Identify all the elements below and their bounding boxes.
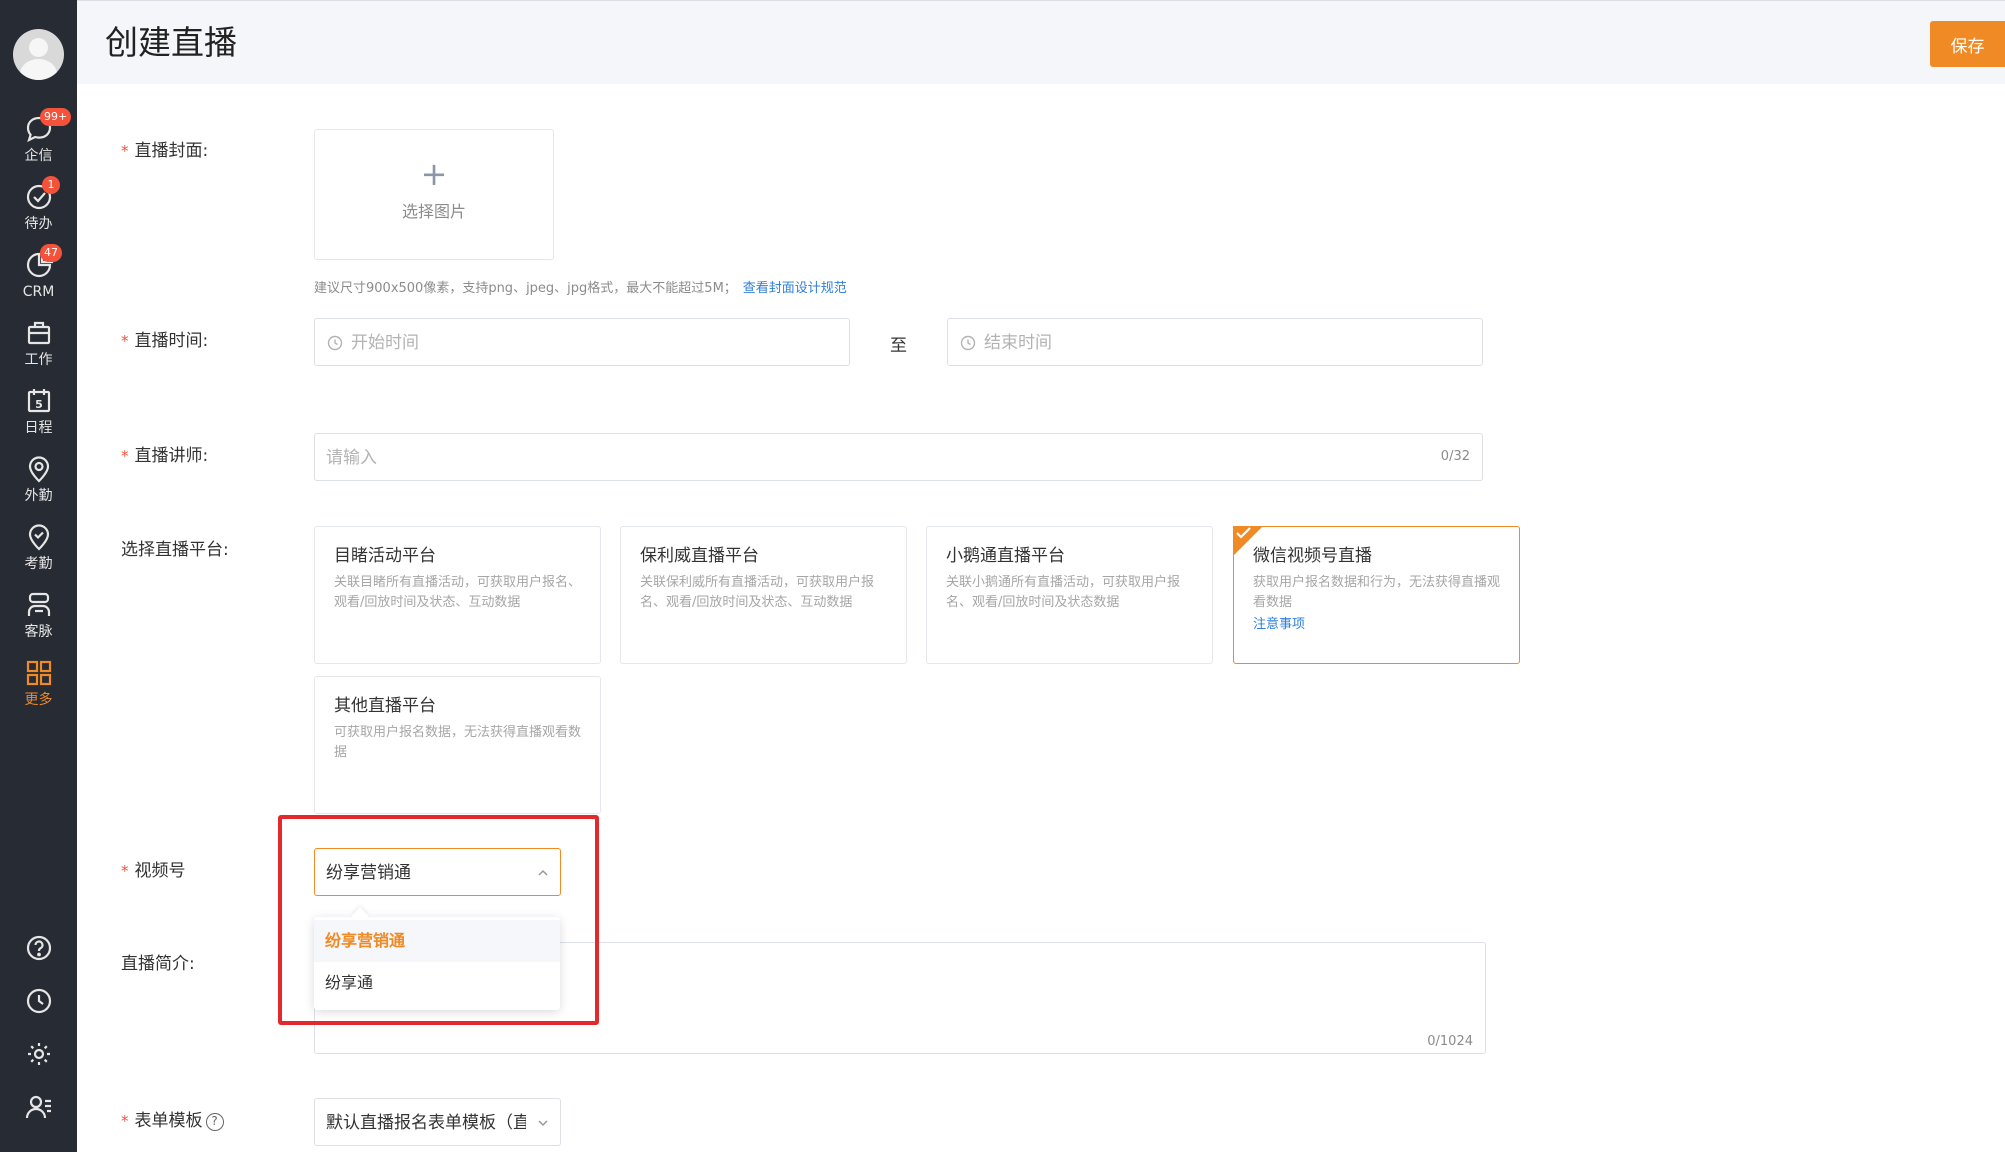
form-template-select[interactable]: 默认直播报名表单模板（直 [314, 1098, 561, 1146]
clock-icon [960, 335, 976, 351]
sidebar-item-more[interactable]: 更多 [0, 652, 77, 718]
sidebar-item-label: 待办 [24, 216, 53, 232]
platform-desc: 关联小鹅通所有直播活动，可获取用户报名、观看/回放时间及状态数据 [946, 575, 1181, 610]
sidebar-item-label: 更多 [24, 692, 53, 708]
platform-title: 小鹅通直播平台 [946, 546, 1065, 566]
cover-upload[interactable]: + 选择图片 [314, 129, 554, 260]
sidebar-item-attendance[interactable]: 考勤 [0, 516, 77, 582]
clock-icon [327, 335, 343, 351]
platform-card-mudu[interactable]: 目睹活动平台 关联目睹所有直播活动，可获取用户报名、观看/回放时间及状态、互动数… [314, 526, 601, 664]
upload-text: 选择图片 [401, 202, 466, 221]
platform-title: 目睹活动平台 [334, 546, 436, 566]
sidebar-item-crm[interactable]: 47 CRM [0, 244, 77, 310]
briefcase-icon [27, 321, 51, 345]
channel-label: * 视频号 [121, 861, 186, 881]
sidebar-item-label: 外勤 [24, 488, 53, 504]
page-title: 创建直播 [105, 23, 237, 62]
highlight-annotation [278, 815, 599, 1025]
cover-hint: 建议尺寸900x500像素，支持png、jpeg、jpg格式，最大不能超过5M；… [314, 281, 847, 296]
form-template-label: * 表单模板? [121, 1110, 224, 1132]
help-icon[interactable] [24, 933, 54, 963]
sidebar-item-label: 企信 [24, 148, 53, 164]
unread-badge: 99+ [40, 108, 72, 126]
sidebar-item-label: 客脉 [24, 624, 53, 640]
calendar-icon: 5 [27, 389, 51, 413]
platform-desc: 关联保利威所有直播活动，可获取用户报名、观看/回放时间及状态、互动数据 [640, 575, 875, 610]
time-separator: 至 [890, 336, 907, 356]
start-time-input[interactable]: 开始时间 [314, 318, 850, 366]
lecturer-label: * 直播讲师: [121, 446, 209, 466]
history-clock-icon[interactable] [24, 986, 54, 1016]
sidebar-item-schedule[interactable]: 5 日程 [0, 380, 77, 446]
plus-icon: + [420, 155, 448, 193]
platform-card-xiaoetong[interactable]: 小鹅通直播平台 关联小鹅通所有直播活动，可获取用户报名、观看/回放时间及状态数据 [926, 526, 1213, 664]
sidebar-item-label: 考勤 [24, 556, 53, 572]
checkmark-icon [1236, 527, 1251, 539]
notice-link[interactable]: 注意事项 [1253, 615, 1500, 635]
location-pin-icon [28, 456, 50, 483]
lecturer-input[interactable]: 请输入 0/32 [314, 433, 1483, 481]
todo-badge: 1 [42, 176, 60, 194]
chevron-down-icon [538, 1120, 548, 1127]
cover-label: * 直播封面: [121, 141, 209, 161]
sidebar-item-qixin[interactable]: 99+ 企信 [0, 108, 77, 174]
attendance-check-icon [28, 524, 50, 551]
time-label: * 直播时间: [121, 331, 209, 351]
sidebar-item-label: CRM [22, 284, 55, 300]
platform-desc: 关联目睹所有直播活动，可获取用户报名、观看/回放时间及状态、互动数据 [334, 575, 582, 610]
platform-desc: 获取用户报名数据和行为，无法获得直播观看数据 [1253, 575, 1501, 610]
save-button[interactable]: 保存 [1930, 21, 2005, 67]
contacts-icon [27, 592, 51, 616]
end-time-input[interactable]: 结束时间 [947, 318, 1483, 366]
svg-text:5: 5 [35, 398, 43, 411]
intro-counter: 0/1024 [1427, 1034, 1473, 1049]
platform-card-other[interactable]: 其他直播平台 可获取用户报名数据，无法获得直播观看数据 [314, 676, 601, 814]
sidebar-item-label: 日程 [24, 420, 53, 436]
sidebar: 99+ 企信 1 待办 47 CRM 工作 5 日程 外勤 考勤 客脉 更多 [0, 0, 77, 1152]
settings-gear-icon[interactable] [24, 1039, 54, 1069]
sidebar-item-field[interactable]: 外勤 [0, 448, 77, 514]
platform-card-wechat-channels[interactable]: 微信视频号直播 获取用户报名数据和行为，无法获得直播观看数据 注意事项 [1233, 526, 1520, 664]
page-header: 创建直播 保存 [77, 0, 2005, 84]
question-icon[interactable]: ? [205, 1113, 224, 1131]
form-template-value: 默认直播报名表单模板（直 [326, 1113, 526, 1133]
platform-title: 其他直播平台 [334, 696, 436, 716]
cover-spec-link[interactable]: 查看封面设计规范 [743, 281, 847, 296]
user-list-icon[interactable] [24, 1092, 54, 1122]
sidebar-item-label: 工作 [24, 352, 53, 368]
sidebar-item-todo[interactable]: 1 待办 [0, 176, 77, 242]
lecturer-counter: 0/32 [1440, 449, 1470, 464]
sidebar-item-contacts[interactable]: 客脉 [0, 584, 77, 650]
intro-label: 直播简介: [121, 954, 195, 974]
platform-label: 选择直播平台: [121, 540, 229, 560]
sidebar-item-work[interactable]: 工作 [0, 312, 77, 378]
platform-desc: 可获取用户报名数据，无法获得直播观看数据 [334, 725, 582, 760]
platform-title: 保利威直播平台 [640, 546, 759, 566]
avatar[interactable] [13, 29, 64, 80]
grid-apps-icon [26, 660, 52, 686]
crm-badge: 47 [40, 244, 62, 262]
platform-card-polyv[interactable]: 保利威直播平台 关联保利威所有直播活动，可获取用户报名、观看/回放时间及状态、互… [620, 526, 907, 664]
platform-title: 微信视频号直播 [1253, 546, 1372, 566]
